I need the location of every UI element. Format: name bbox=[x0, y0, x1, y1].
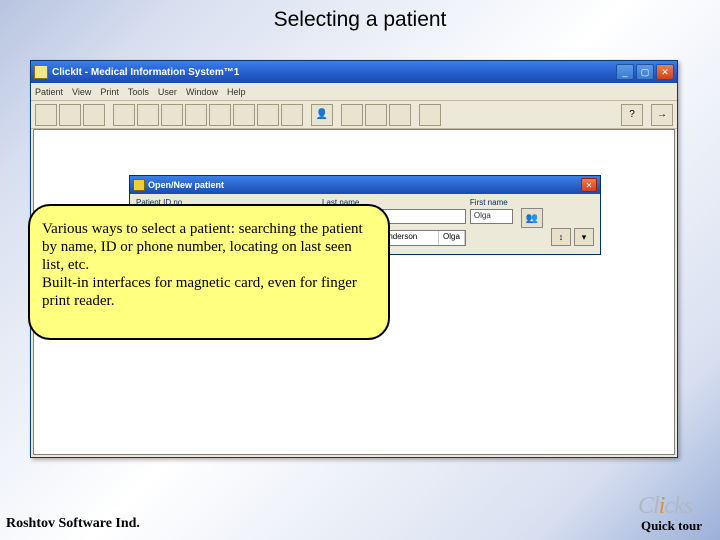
people-button[interactable]: 👥 bbox=[521, 208, 543, 228]
menu-user[interactable]: User bbox=[158, 87, 177, 97]
slide-title: Selecting a patient bbox=[0, 0, 720, 32]
close-button[interactable]: ✕ bbox=[656, 64, 674, 80]
firstname-input[interactable]: Olga bbox=[470, 209, 513, 224]
app-icon bbox=[34, 65, 48, 79]
exit-button[interactable]: → bbox=[651, 104, 673, 126]
callout-text-1: Various ways to select a patient: search… bbox=[42, 220, 376, 274]
tool-14[interactable] bbox=[389, 104, 411, 126]
tool-6[interactable] bbox=[161, 104, 183, 126]
tool-1[interactable] bbox=[35, 104, 57, 126]
tool-8[interactable] bbox=[209, 104, 231, 126]
maximize-button[interactable]: ▢ bbox=[636, 64, 654, 80]
tool-5[interactable] bbox=[137, 104, 159, 126]
titlebar: ClickIt - Medical Information System™1 _… bbox=[31, 61, 677, 83]
tool-2[interactable] bbox=[59, 104, 81, 126]
brand-logo: Clicks bbox=[638, 493, 692, 520]
dialog-icon bbox=[133, 179, 145, 191]
menu-print[interactable]: Print bbox=[100, 87, 119, 97]
tool-9[interactable] bbox=[233, 104, 255, 126]
tool-ok-icon[interactable]: 👤 bbox=[311, 104, 333, 126]
tool-15[interactable] bbox=[419, 104, 441, 126]
dropdown-button[interactable]: ▾ bbox=[574, 228, 594, 246]
footer-tour: Quick tour bbox=[641, 518, 702, 534]
tool-3[interactable] bbox=[83, 104, 105, 126]
tool-4[interactable] bbox=[113, 104, 135, 126]
titlebar-text: ClickIt - Medical Information System™1 bbox=[52, 67, 616, 78]
dialog-close-button[interactable]: ✕ bbox=[581, 178, 597, 192]
tool-10[interactable] bbox=[257, 104, 279, 126]
callout: Various ways to select a patient: search… bbox=[28, 204, 390, 340]
window-buttons: _ ▢ ✕ bbox=[616, 64, 674, 80]
sort-button[interactable]: ↕ bbox=[551, 228, 571, 246]
menu-help[interactable]: Help bbox=[227, 87, 246, 97]
firstname-label: First name bbox=[470, 198, 513, 207]
tool-11[interactable] bbox=[281, 104, 303, 126]
tool-7[interactable] bbox=[185, 104, 207, 126]
tool-13[interactable] bbox=[365, 104, 387, 126]
menu-view[interactable]: View bbox=[72, 87, 91, 97]
toolbar: 👤 ? → bbox=[31, 101, 677, 129]
menubar: Patient View Print Tools User Window Hel… bbox=[31, 83, 677, 101]
menu-tools[interactable]: Tools bbox=[128, 87, 149, 97]
callout-text-2: Built-in interfaces for magnetic card, e… bbox=[42, 274, 376, 310]
tool-12[interactable] bbox=[341, 104, 363, 126]
minimize-button[interactable]: _ bbox=[616, 64, 634, 80]
menu-patient[interactable]: Patient bbox=[35, 87, 63, 97]
menu-window[interactable]: Window bbox=[186, 87, 218, 97]
footer-company: Roshtov Software Ind. bbox=[6, 516, 140, 532]
help-button[interactable]: ? bbox=[621, 104, 643, 126]
dialog-titlebar: Open/New patient ✕ bbox=[130, 176, 600, 194]
row-first: Olga bbox=[439, 231, 465, 245]
dialog-title: Open/New patient bbox=[148, 180, 581, 190]
